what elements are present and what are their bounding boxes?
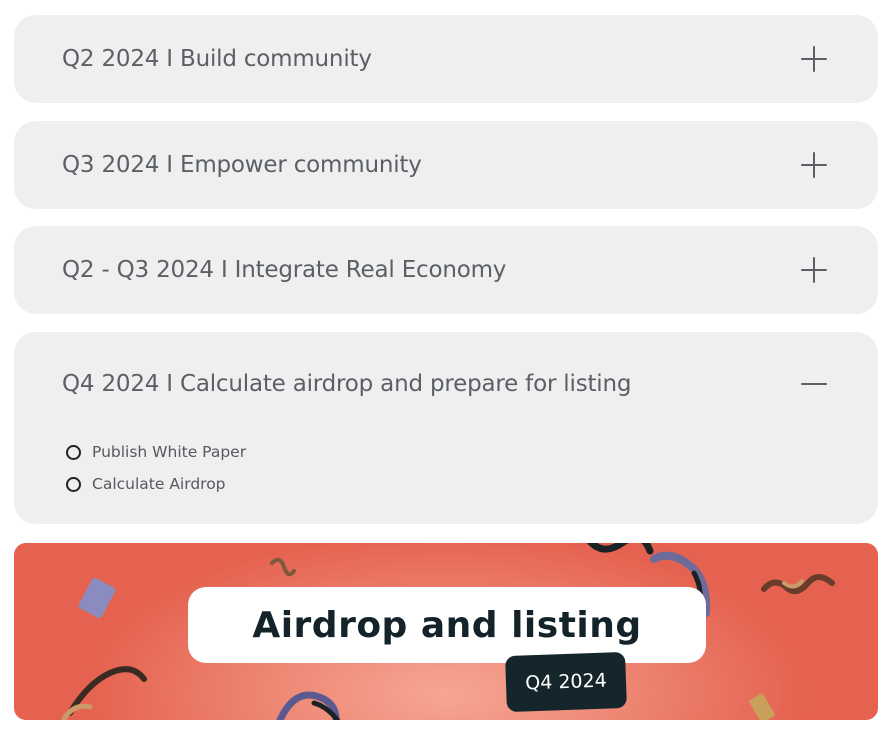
accordion-subitems: Publish White Paper Calculate Airdrop [66,436,246,500]
banner-date-tag: Q4 2024 [505,651,627,713]
airdrop-banner: Airdrop and listing Q4 2024 [14,543,878,720]
accordion-title: Q2 - Q3 2024 I Integrate Real Economy [62,257,507,283]
list-item-label: Calculate Airdrop [92,475,226,493]
accordion-item-q3-2024[interactable]: Q3 2024 I Empower community [14,121,878,209]
list-item-label: Publish White Paper [92,443,247,461]
accordion-item-q4-2024[interactable]: Q4 2024 I Calculate airdrop and prepare … [14,332,878,524]
circle-outline-icon [66,476,81,492]
list-item: Publish White Paper [66,436,246,468]
accordion-header[interactable]: Q3 2024 I Empower community [14,121,878,209]
banner-date-label: Q4 2024 [524,669,608,695]
circle-outline-icon [66,444,81,460]
accordion-title: Q4 2024 I Calculate airdrop and prepare … [62,371,632,397]
accordion-header[interactable]: Q2 - Q3 2024 I Integrate Real Economy [14,226,878,314]
accordion-title: Q3 2024 I Empower community [62,152,422,178]
plus-icon[interactable] [800,256,828,284]
accordion-header[interactable]: Q4 2024 I Calculate airdrop and prepare … [14,332,878,436]
accordion-header[interactable]: Q2 2024 I Build community [14,15,878,103]
plus-icon[interactable] [800,151,828,179]
accordion-item-q2-q3-2024[interactable]: Q2 - Q3 2024 I Integrate Real Economy [14,226,878,314]
list-item: Calculate Airdrop [66,468,246,500]
accordion-item-q2-2024[interactable]: Q2 2024 I Build community [14,15,878,103]
accordion-title: Q2 2024 I Build community [62,46,372,72]
plus-icon[interactable] [800,45,828,73]
banner-headline-pill: Airdrop and listing [188,587,706,663]
minus-icon[interactable] [800,370,828,398]
banner-headline: Airdrop and listing [252,604,642,646]
